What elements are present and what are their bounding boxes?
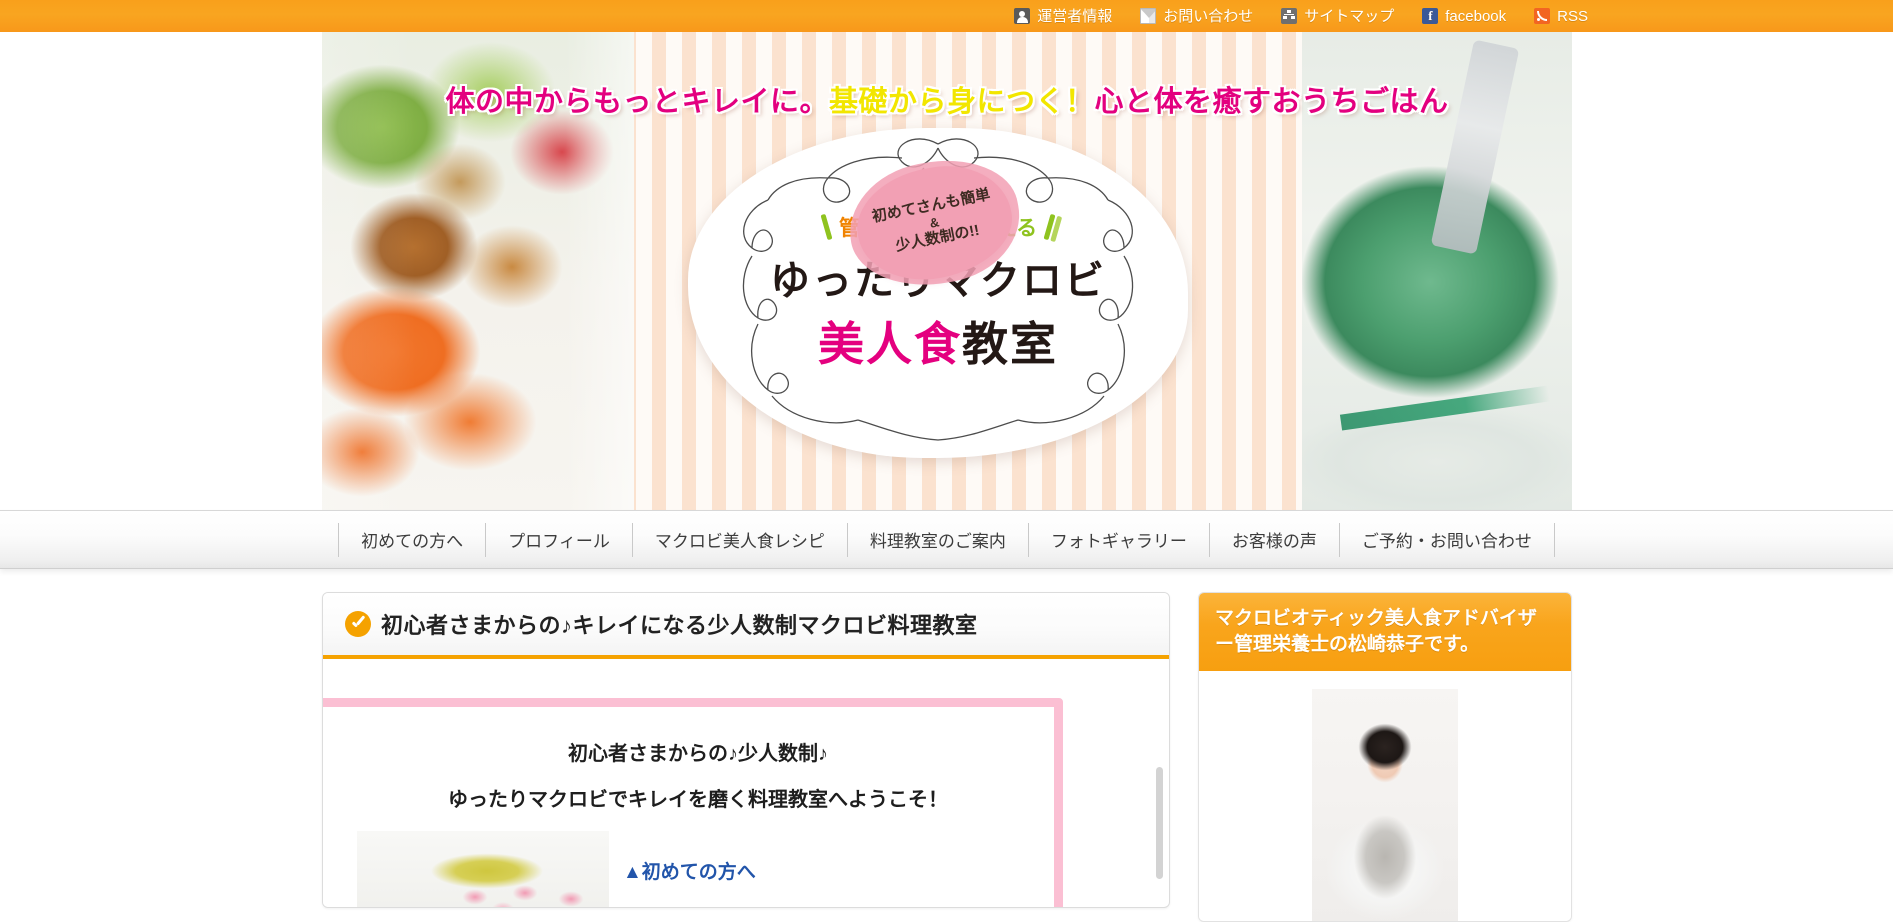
slash-right-icon: [1043, 213, 1056, 241]
bowls-photo: [357, 831, 609, 907]
topbar-link-sitemap[interactable]: サイトマップ: [1281, 8, 1394, 24]
topbar-label: 運営者情報: [1037, 7, 1113, 25]
content-scrollbar[interactable]: [1156, 767, 1163, 879]
content-panel: 初心者さまからの♪キレイになる少人数制マクロビ料理教室 初心者さまからの♪少人数…: [322, 592, 1170, 908]
nav-item-profile[interactable]: プロフィール: [485, 522, 632, 557]
rss-icon: [1534, 8, 1551, 24]
topbar-label: サイトマップ: [1304, 7, 1395, 25]
nav-item-recipes[interactable]: マクロビ美人食レシピ: [631, 522, 847, 557]
nav-list: 初めての方へ プロフィール マクロビ美人食レシピ 料理教室のご案内 フォトギャラ…: [338, 522, 1555, 557]
beginners-link[interactable]: ▲初めての方へ: [623, 857, 756, 884]
nav-item-class-info[interactable]: 料理教室のご案内: [846, 522, 1028, 557]
sidebar-header-line-1: マクロビオティック美人食アドバイザ: [1215, 608, 1537, 629]
nav-item-testimonials[interactable]: お客様の声: [1208, 522, 1339, 557]
welcome-line-1: 初心者さまからの♪少人数制♪: [568, 743, 828, 765]
nav-item-reservation-contact[interactable]: ご予約・お問い合わせ: [1338, 522, 1555, 557]
sidebar-profile-header: マクロビオティック美人食アドバイザ ー管理栄養士の松崎恭子です。: [1199, 593, 1571, 672]
hero-banner: 体の中からもっとキレイに。基礎から身につく！心と体を癒すおうちごはん 美人食教室…: [322, 32, 1572, 510]
logo-accent-title: 美人食教室: [818, 308, 1058, 374]
sidebar-profile-body: [1199, 671, 1571, 922]
mail-icon: [1140, 8, 1157, 24]
sidebar-profile-card: マクロビオティック美人食アドバイザ ー管理栄養士の松崎恭子です。: [1198, 592, 1572, 922]
hero-tagline: 体の中からもっとキレイに。基礎から身につく！心と体を癒すおうちごはん: [322, 78, 1572, 120]
page-title: 初心者さまからの♪キレイになる少人数制マクロビ料理教室: [381, 613, 978, 638]
topbar-link-contact[interactable]: お問い合わせ: [1140, 8, 1253, 24]
hero-tagline-part3: 心と体を癒すおうちごはん: [1094, 84, 1449, 118]
sidebar: マクロビオティック美人食アドバイザ ー管理栄養士の松崎恭子です。: [1198, 592, 1572, 922]
topbar-link-facebook[interactable]: facebook: [1422, 8, 1506, 24]
content-panel-header: 初心者さまからの♪キレイになる少人数制マクロビ料理教室: [323, 593, 1169, 659]
nav-item-photo-gallery[interactable]: フォトギャラリー: [1027, 522, 1209, 557]
hero-tagline-part2: 基礎から身につく！: [828, 84, 1095, 118]
topbar-link-admin-info[interactable]: 運営者情報: [1014, 8, 1112, 24]
facebook-icon: [1422, 8, 1439, 24]
instructor-portrait-photo: [1312, 689, 1458, 922]
topbar-label: facebook: [1445, 7, 1507, 25]
hero-tagline-part1: 体の中からもっとキレイに。: [445, 84, 829, 118]
person-icon: [1014, 8, 1031, 24]
topbar-label: お問い合わせ: [1163, 7, 1254, 25]
sitemap-icon: [1281, 8, 1298, 24]
sidebar-header-line-2: ー管理栄養士の松崎恭子です。: [1215, 633, 1480, 655]
logo-accent-pink: 美人食: [818, 318, 962, 370]
top-utility-bar: 運営者情報 お問い合わせ サイトマップ facebook RSS: [0, 0, 1893, 32]
slash-left-icon: [820, 213, 833, 241]
check-circle-icon: [345, 611, 371, 637]
topbar-link-rss[interactable]: RSS: [1534, 8, 1588, 24]
nav-item-beginners[interactable]: 初めての方へ: [338, 522, 485, 557]
main-navigation-bar: 初めての方へ プロフィール マクロビ美人食レシピ 料理教室のご案内 フォトギャラ…: [0, 510, 1893, 569]
logo-accent-dark: 教室: [962, 318, 1058, 370]
welcome-text-group: 初心者さまからの♪少人数制♪ ゆったりマクロビでキレイを磨く料理教室へようこそ！: [323, 737, 1073, 812]
topbar-label: RSS: [1557, 7, 1588, 25]
welcome-line-2: ゆったりマクロビでキレイを磨く料理教室へようこそ！: [448, 789, 948, 811]
